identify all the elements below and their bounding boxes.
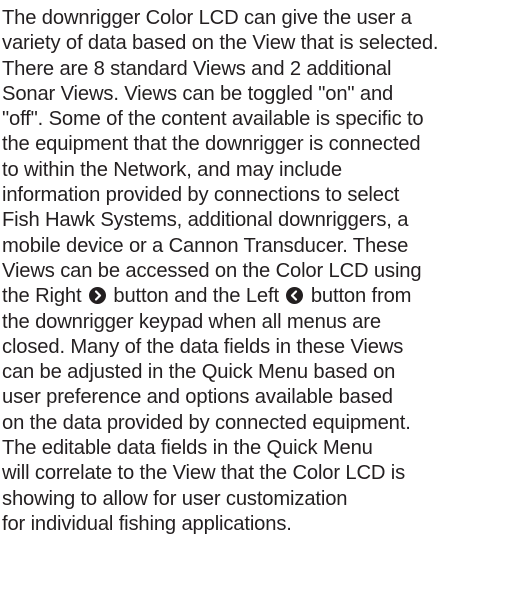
text-line: mobile device or a Cannon Transducer. Th… bbox=[2, 234, 409, 257]
text-line: Fish Hawk Systems, additional downrigger… bbox=[2, 209, 409, 232]
chevron-left-icon bbox=[286, 287, 304, 305]
text-line: information provided by connections to s… bbox=[2, 184, 400, 207]
text-line: There are 8 standard Views and 2 additio… bbox=[2, 57, 392, 80]
text-line: user preference and options available ba… bbox=[2, 386, 393, 409]
text-fragment: the Right bbox=[2, 285, 82, 308]
document-body: The downrigger Color LCD can give the us… bbox=[2, 6, 508, 537]
text-line: will correlate to the View that the Colo… bbox=[2, 462, 406, 485]
text-fragment: button and the Left bbox=[113, 285, 279, 308]
text-line-with-icons: the Right button and the Left button fro… bbox=[2, 284, 508, 309]
text-line: can be adjusted in the Quick Menu based … bbox=[2, 361, 396, 384]
text-line: for individual fishing applications. bbox=[2, 512, 292, 535]
text-line: The downrigger Color LCD can give the us… bbox=[2, 7, 412, 29]
text-line: showing to allow for user customization bbox=[2, 487, 348, 510]
text-line: on the data provided by connected equipm… bbox=[2, 411, 411, 434]
text-line: variety of data based on the View that i… bbox=[2, 32, 439, 55]
text-line: to within the Network, and may include bbox=[2, 158, 342, 181]
text-line: Views can be accessed on the Color LCD u… bbox=[2, 259, 422, 282]
text-line: closed. Many of the data fields in these… bbox=[2, 335, 404, 358]
chevron-right-icon bbox=[88, 287, 106, 305]
text-fragment: button from bbox=[310, 285, 412, 308]
text-line: the downrigger keypad when all menus are bbox=[2, 310, 381, 333]
text-line: The editable data fields in the Quick Me… bbox=[2, 437, 373, 460]
text-line: Sonar Views. Views can be toggled "on" a… bbox=[2, 82, 394, 105]
text-line: the equipment that the downrigger is con… bbox=[2, 133, 421, 156]
text-line: "off". Some of the content available is … bbox=[2, 108, 424, 131]
